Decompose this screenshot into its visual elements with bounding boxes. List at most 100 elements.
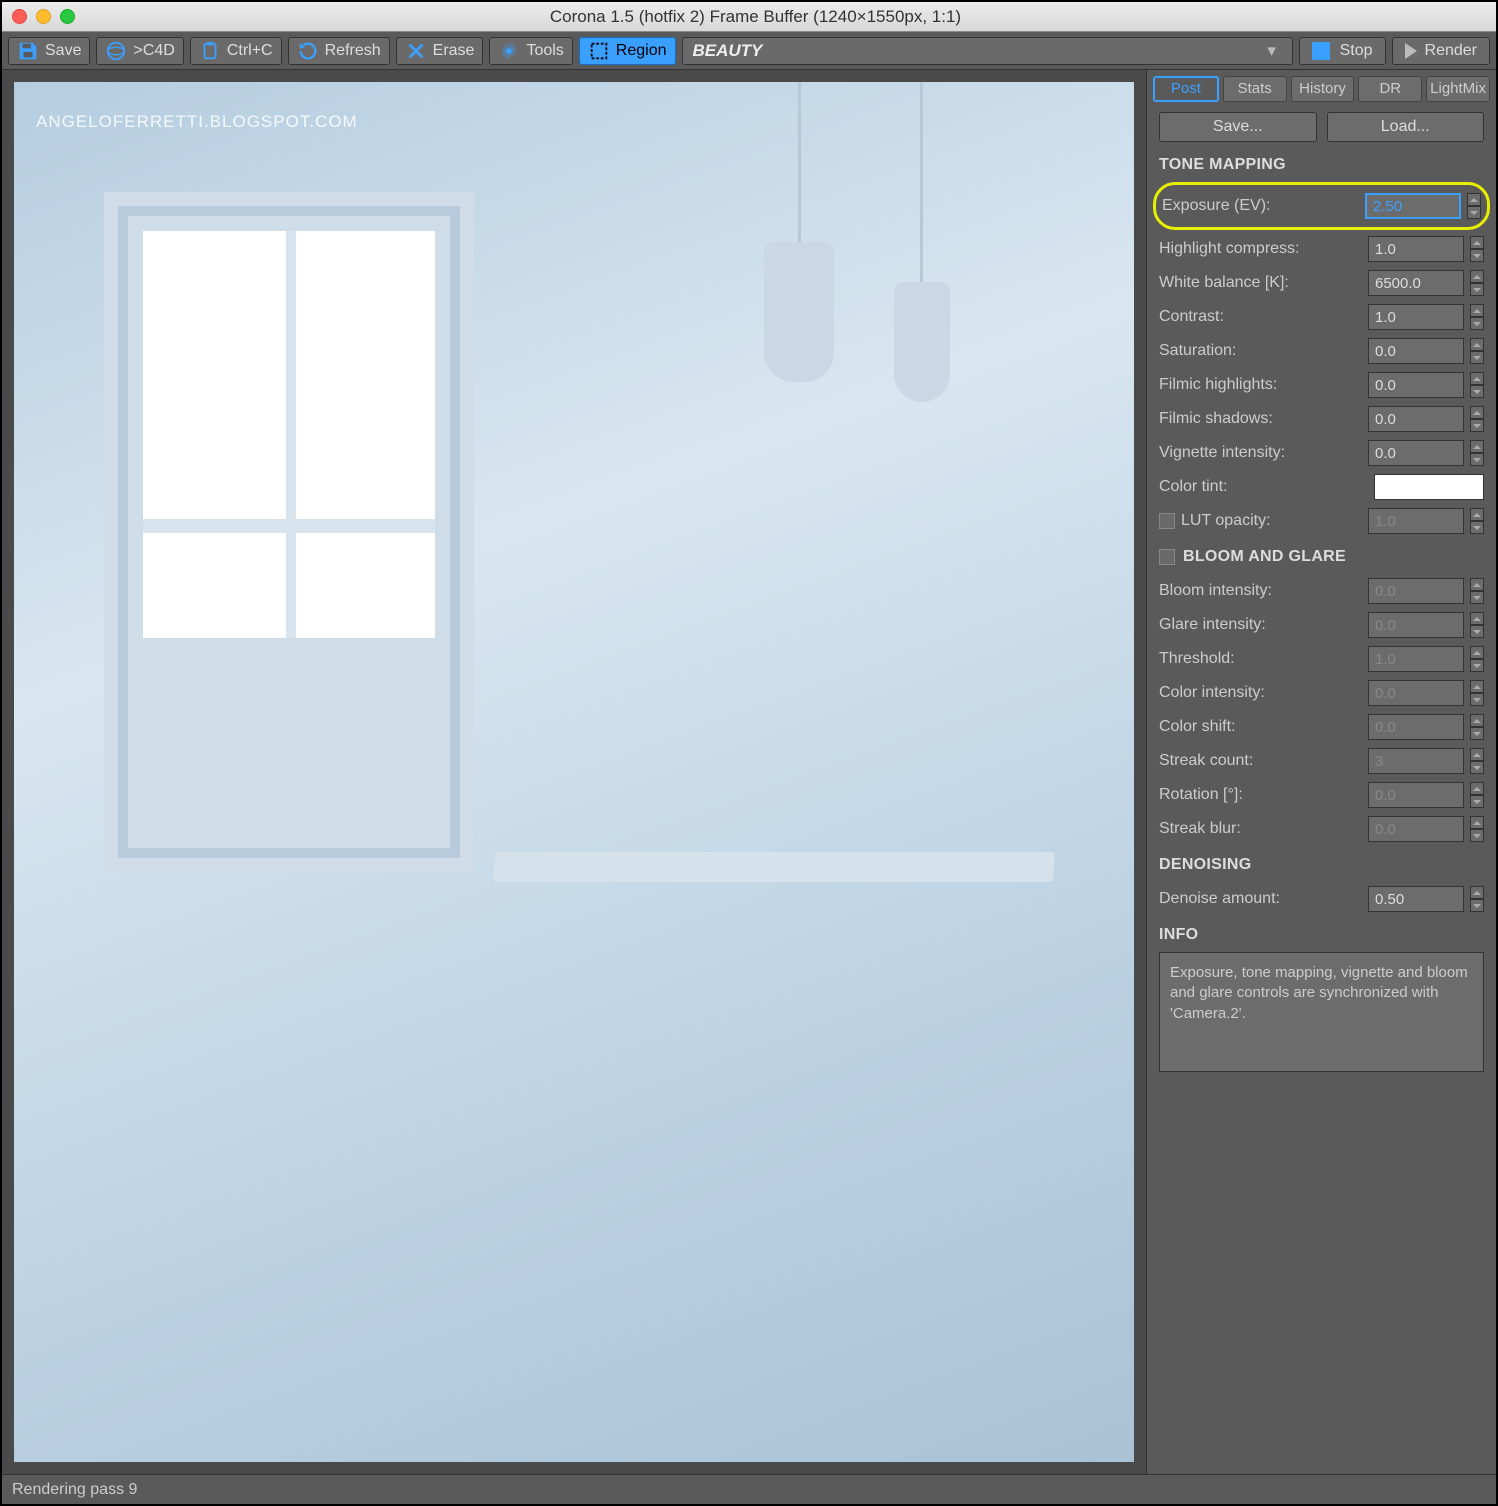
tools-label: Tools bbox=[526, 42, 563, 60]
post-load-button[interactable]: Load... bbox=[1327, 112, 1485, 142]
exposure-spinner[interactable] bbox=[1467, 193, 1481, 219]
color-tint-swatch[interactable] bbox=[1374, 474, 1484, 500]
vignette-spinner[interactable] bbox=[1470, 440, 1484, 466]
c4d-button[interactable]: >C4D bbox=[96, 37, 183, 65]
glare-intensity-label: Glare intensity: bbox=[1159, 616, 1362, 634]
viewport: ANGELOFERRETTI.BLOGSPOT.COM bbox=[2, 70, 1146, 1474]
play-icon bbox=[1405, 43, 1417, 59]
copy-button[interactable]: Ctrl+C bbox=[190, 37, 282, 65]
region-button[interactable]: Region bbox=[579, 37, 676, 65]
pass-select-label: BEAUTY bbox=[693, 41, 763, 61]
filmic-highlights-label: Filmic highlights: bbox=[1159, 376, 1362, 394]
bloom-intensity-input[interactable]: 0.0 bbox=[1368, 578, 1464, 604]
clipboard-icon bbox=[199, 40, 221, 62]
streak-count-label: Streak count: bbox=[1159, 752, 1362, 770]
color-shift-spinner[interactable] bbox=[1470, 714, 1484, 740]
streak-count-input[interactable]: 3 bbox=[1368, 748, 1464, 774]
vignette-label: Vignette intensity: bbox=[1159, 444, 1362, 462]
render-button[interactable]: Render bbox=[1392, 37, 1490, 65]
color-shift-input[interactable]: 0.0 bbox=[1368, 714, 1464, 740]
save-icon bbox=[17, 40, 39, 62]
vignette-input[interactable]: 0.0 bbox=[1368, 440, 1464, 466]
filmic-shadows-input[interactable]: 0.0 bbox=[1368, 406, 1464, 432]
erase-label: Erase bbox=[433, 42, 475, 60]
bloom-intensity-spinner[interactable] bbox=[1470, 578, 1484, 604]
streak-count-spinner[interactable] bbox=[1470, 748, 1484, 774]
white-balance-input[interactable]: 6500.0 bbox=[1368, 270, 1464, 296]
highlight-input[interactable]: 1.0 bbox=[1368, 236, 1464, 262]
lut-opacity-spinner[interactable] bbox=[1470, 508, 1484, 534]
filmic-shadows-spinner[interactable] bbox=[1470, 406, 1484, 432]
rotation-spinner[interactable] bbox=[1470, 782, 1484, 808]
threshold-input[interactable]: 1.0 bbox=[1368, 646, 1464, 672]
white-balance-label: White balance [K]: bbox=[1159, 274, 1362, 292]
white-balance-spinner[interactable] bbox=[1470, 270, 1484, 296]
streak-blur-label: Streak blur: bbox=[1159, 820, 1362, 838]
copy-label: Ctrl+C bbox=[227, 42, 273, 60]
bloom-glare-checkbox[interactable] bbox=[1159, 549, 1175, 565]
save-button[interactable]: Save bbox=[8, 37, 90, 65]
rotation-input[interactable]: 0.0 bbox=[1368, 782, 1464, 808]
stop-button[interactable]: Stop bbox=[1299, 37, 1386, 65]
gear-icon bbox=[498, 40, 520, 62]
section-info: INFO bbox=[1159, 926, 1484, 944]
watermark: ANGELOFERRETTI.BLOGSPOT.COM bbox=[36, 112, 358, 132]
scene-lamp bbox=[764, 242, 834, 382]
filmic-highlights-spinner[interactable] bbox=[1470, 372, 1484, 398]
exposure-label: Exposure (EV): bbox=[1162, 197, 1359, 215]
post-save-button[interactable]: Save... bbox=[1159, 112, 1317, 142]
highlight-label: Highlight compress: bbox=[1159, 240, 1362, 258]
contrast-input[interactable]: 1.0 bbox=[1368, 304, 1464, 330]
section-bloom-glare: BLOOM AND GLARE bbox=[1159, 548, 1484, 566]
chevron-down-icon: ▾ bbox=[1262, 41, 1282, 61]
color-shift-label: Color shift: bbox=[1159, 718, 1362, 736]
main: ANGELOFERRETTI.BLOGSPOT.COM Post Stats H… bbox=[2, 70, 1496, 1474]
color-intensity-label: Color intensity: bbox=[1159, 684, 1362, 702]
tab-history[interactable]: History bbox=[1291, 76, 1355, 102]
color-intensity-input[interactable]: 0.0 bbox=[1368, 680, 1464, 706]
erase-button[interactable]: Erase bbox=[396, 37, 484, 65]
highlight-spinner[interactable] bbox=[1470, 236, 1484, 262]
lut-opacity-input[interactable]: 1.0 bbox=[1368, 508, 1464, 534]
render-image[interactable]: ANGELOFERRETTI.BLOGSPOT.COM bbox=[14, 82, 1134, 1462]
sidebar-tabs: Post Stats History DR LightMix bbox=[1147, 70, 1496, 102]
glare-intensity-spinner[interactable] bbox=[1470, 612, 1484, 638]
stop-label: Stop bbox=[1340, 42, 1373, 60]
saturation-input[interactable]: 0.0 bbox=[1368, 338, 1464, 364]
region-label: Region bbox=[616, 42, 667, 60]
denoise-amount-input[interactable]: 0.50 bbox=[1368, 886, 1464, 912]
glare-intensity-input[interactable]: 0.0 bbox=[1368, 612, 1464, 638]
exposure-input[interactable]: 2.50 bbox=[1365, 193, 1461, 219]
scene-lamp-cord bbox=[920, 82, 923, 284]
contrast-spinner[interactable] bbox=[1470, 304, 1484, 330]
tools-button[interactable]: Tools bbox=[489, 37, 572, 65]
refresh-icon bbox=[297, 40, 319, 62]
window-title: Corona 1.5 (hotfix 2) Frame Buffer (1240… bbox=[25, 7, 1486, 27]
exposure-highlight: Exposure (EV): 2.50 bbox=[1153, 182, 1490, 230]
streak-blur-input[interactable]: 0.0 bbox=[1368, 816, 1464, 842]
bloom-intensity-label: Bloom intensity: bbox=[1159, 582, 1362, 600]
tab-post[interactable]: Post bbox=[1153, 76, 1219, 102]
c4d-label: >C4D bbox=[133, 42, 174, 60]
streak-blur-spinner[interactable] bbox=[1470, 816, 1484, 842]
toolbar: Save >C4D Ctrl+C Refresh Erase Tools Reg… bbox=[2, 32, 1496, 70]
color-intensity-spinner[interactable] bbox=[1470, 680, 1484, 706]
saturation-spinner[interactable] bbox=[1470, 338, 1484, 364]
threshold-spinner[interactable] bbox=[1470, 646, 1484, 672]
render-label: Render bbox=[1425, 42, 1477, 60]
tab-lightmix[interactable]: LightMix bbox=[1426, 76, 1490, 102]
pass-select[interactable]: BEAUTY ▾ bbox=[682, 37, 1293, 65]
sidebar: Post Stats History DR LightMix Save... L… bbox=[1146, 70, 1496, 1474]
refresh-button[interactable]: Refresh bbox=[288, 37, 390, 65]
lut-checkbox[interactable] bbox=[1159, 513, 1175, 529]
section-denoising: DENOISING bbox=[1159, 856, 1484, 874]
erase-icon bbox=[405, 40, 427, 62]
filmic-highlights-input[interactable]: 0.0 bbox=[1368, 372, 1464, 398]
section-tone-mapping: TONE MAPPING bbox=[1159, 156, 1484, 174]
tab-stats[interactable]: Stats bbox=[1223, 76, 1287, 102]
scene-window bbox=[104, 192, 474, 872]
tab-dr[interactable]: DR bbox=[1358, 76, 1422, 102]
scene-table bbox=[493, 852, 1055, 882]
save-label: Save bbox=[45, 42, 81, 60]
denoise-amount-spinner[interactable] bbox=[1470, 886, 1484, 912]
